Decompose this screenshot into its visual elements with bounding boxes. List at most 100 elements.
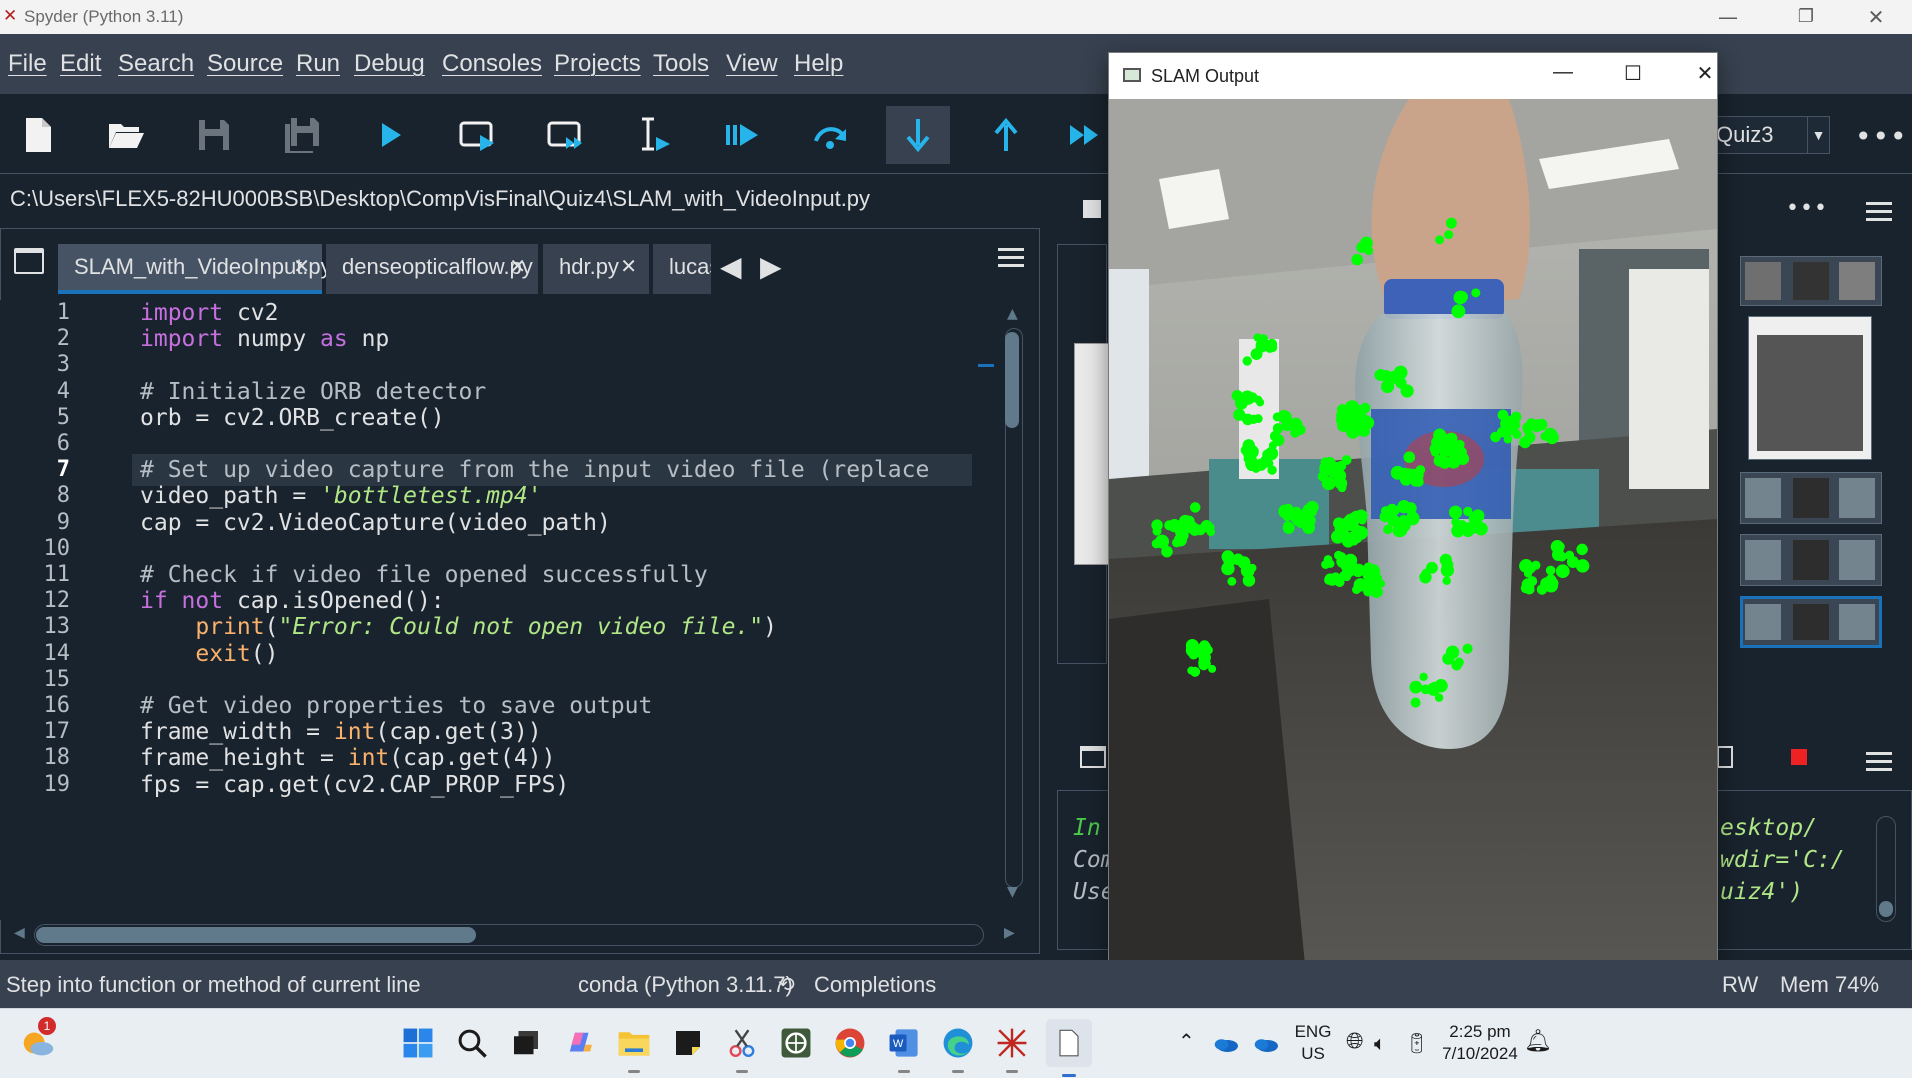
chrome-icon[interactable] — [830, 1023, 870, 1063]
plot-thumbnail[interactable] — [1740, 534, 1882, 586]
slam-output-window[interactable]: SLAM Output — ☐ ✕ — [1108, 52, 1718, 1006]
menu-projects[interactable]: Projects — [554, 50, 641, 78]
save-all-icon[interactable] — [270, 106, 334, 164]
run-cell-advance-icon[interactable] — [534, 106, 598, 164]
scroll-tabs-right-icon[interactable]: ▶ — [760, 250, 782, 283]
editor-vertical-scrollbar[interactable]: ▲ ▼ — [1003, 306, 1025, 900]
debug-file-icon[interactable] — [710, 106, 774, 164]
scrollbar-thumb[interactable] — [1005, 332, 1019, 428]
slam-close-button[interactable]: ✕ — [1685, 61, 1725, 86]
word-icon[interactable]: W — [884, 1023, 924, 1073]
editor-options-menu-icon[interactable] — [998, 248, 1024, 272]
running-indicator — [898, 1070, 910, 1073]
scrollbar-thumb[interactable] — [36, 927, 476, 943]
console-scrollbar[interactable] — [1876, 816, 1896, 922]
step-over-icon[interactable] — [798, 106, 862, 164]
menu-file[interactable]: File — [8, 50, 47, 78]
sticky-notes-icon[interactable] — [668, 1023, 708, 1063]
code-token: import — [140, 326, 224, 353]
onedrive-icon[interactable] — [1206, 1023, 1246, 1063]
title-bar: ✕ Spyder (Python 3.11) — ❐ ✕ — [0, 0, 1912, 34]
menu-edit[interactable]: Edit — [60, 50, 101, 78]
code-token: (cap.get(3)) — [375, 719, 542, 746]
menu-debug[interactable]: Debug — [354, 50, 425, 78]
restore-button[interactable]: ❐ — [1778, 0, 1834, 34]
status-completions[interactable]: Completions — [814, 972, 936, 998]
slam-maximize-button[interactable]: ☐ — [1613, 61, 1653, 86]
plot-thumbnail[interactable] — [1748, 316, 1872, 460]
menu-view[interactable]: View — [726, 50, 778, 78]
spyder-taskbar-icon[interactable] — [992, 1023, 1032, 1073]
orb-keypoint — [1206, 523, 1215, 532]
step-into-icon[interactable] — [886, 106, 950, 164]
blank-document-icon[interactable] — [1046, 1019, 1092, 1077]
menu-search[interactable]: Search — [118, 50, 194, 78]
language-indicator[interactable]: ENG US — [1290, 1021, 1336, 1065]
menu-tools[interactable]: Tools — [653, 50, 709, 78]
edge-icon[interactable] — [938, 1023, 978, 1073]
task-view-icon[interactable] — [506, 1023, 546, 1063]
scroll-up-icon[interactable]: ▲ — [1007, 306, 1018, 322]
run-selection-icon[interactable] — [622, 106, 686, 164]
tab-denseopticalflow[interactable]: denseopticalflow.py ✕ — [326, 244, 538, 294]
clock[interactable]: 2:25 pm 7/10/2024 — [1440, 1021, 1520, 1065]
tab-slam-with-videoinput[interactable]: SLAM_with_VideoInput.py ✕ — [58, 244, 332, 294]
start-menu-icon[interactable] — [398, 1023, 438, 1063]
onedrive-secondary-icon[interactable] — [1246, 1023, 1286, 1063]
minimize-button[interactable]: — — [1700, 0, 1756, 34]
browse-tabs-icon[interactable] — [14, 248, 44, 274]
app-icon[interactable] — [776, 1023, 816, 1063]
stop-execution-icon[interactable] — [1791, 749, 1807, 765]
save-icon[interactable] — [182, 106, 246, 164]
plot-thumbnail-selected[interactable] — [1740, 596, 1882, 648]
scroll-right-icon[interactable]: ▶ — [1004, 925, 1015, 941]
close-button[interactable]: ✕ — [1848, 0, 1904, 34]
plot-thumbnail[interactable] — [1740, 256, 1882, 306]
tab-lucas[interactable]: lucas — [653, 244, 711, 294]
code-line[interactable]: fps = cap.get(cv2.CAP_PROP_FPS) — [132, 769, 972, 801]
chevron-down-icon[interactable]: ▼ — [1807, 117, 1829, 153]
clear-console-icon[interactable] — [1717, 746, 1733, 768]
battery-icon[interactable]: 🔋︎ — [1404, 1031, 1429, 1055]
file-explorer-icon[interactable] — [614, 1023, 654, 1073]
slam-minimize-button[interactable]: — — [1543, 61, 1583, 84]
console-browse-tabs-icon[interactable] — [1080, 746, 1106, 768]
search-icon[interactable] — [452, 1023, 492, 1063]
scrollbar-thumb[interactable] — [1879, 901, 1893, 917]
close-tab-icon[interactable]: ✕ — [509, 244, 526, 290]
close-tab-icon[interactable]: ✕ — [293, 244, 310, 290]
plot-thumbnail[interactable] — [1740, 472, 1882, 524]
scroll-tabs-left-icon[interactable]: ◀ — [720, 250, 742, 283]
menu-source[interactable]: Source — [207, 50, 283, 78]
status-interpreter[interactable]: conda (Python 3.11.7) — [578, 972, 793, 998]
scroll-down-icon[interactable]: ▼ — [1007, 884, 1018, 900]
new-file-icon[interactable] — [6, 106, 70, 164]
console-options-menu-icon[interactable] — [1866, 752, 1892, 776]
plots-more-icon[interactable]: ••• — [1786, 196, 1828, 221]
save-plot-icon[interactable] — [1083, 200, 1101, 218]
notification-bell-icon[interactable]: 🔔︎ — [1524, 1029, 1552, 1054]
scroll-left-icon[interactable]: ◀ — [14, 925, 25, 941]
show-hidden-icons-icon[interactable]: ⌃ — [1178, 1029, 1195, 1053]
toolbar-more-icon[interactable]: ••• — [1855, 120, 1908, 153]
slam-title-bar[interactable]: SLAM Output — ☐ ✕ — [1109, 53, 1717, 99]
step-return-icon[interactable] — [974, 106, 1038, 164]
code-editor[interactable]: import cv2 import numpy as np # Initialize… — [132, 300, 972, 920]
editor-horizontal-scrollbar[interactable]: ◀ ▶ — [14, 924, 1015, 946]
weather-icon[interactable]: 1 — [18, 1017, 58, 1063]
network-globe-icon[interactable]: 🌐︎ — [1346, 1029, 1364, 1054]
open-folder-icon[interactable] — [94, 106, 158, 164]
run-file-icon[interactable] — [358, 106, 422, 164]
continue-icon[interactable] — [1062, 106, 1106, 164]
tab-hdr[interactable]: hdr.py ✕ — [543, 244, 649, 294]
menu-help[interactable]: Help — [794, 50, 843, 78]
copilot-icon[interactable] — [560, 1023, 600, 1063]
volume-icon[interactable]: 🔈︎ — [1374, 1031, 1386, 1055]
menu-run[interactable]: Run — [296, 50, 340, 78]
snipping-tool-icon[interactable] — [722, 1023, 762, 1073]
plots-options-menu-icon[interactable] — [1866, 202, 1892, 226]
close-tab-icon[interactable]: ✕ — [620, 244, 637, 290]
run-cell-icon[interactable] — [446, 106, 510, 164]
menu-consoles[interactable]: Consoles — [442, 50, 542, 78]
working-directory-combo[interactable]: l\Quiz3 ▼ — [1700, 116, 1830, 154]
